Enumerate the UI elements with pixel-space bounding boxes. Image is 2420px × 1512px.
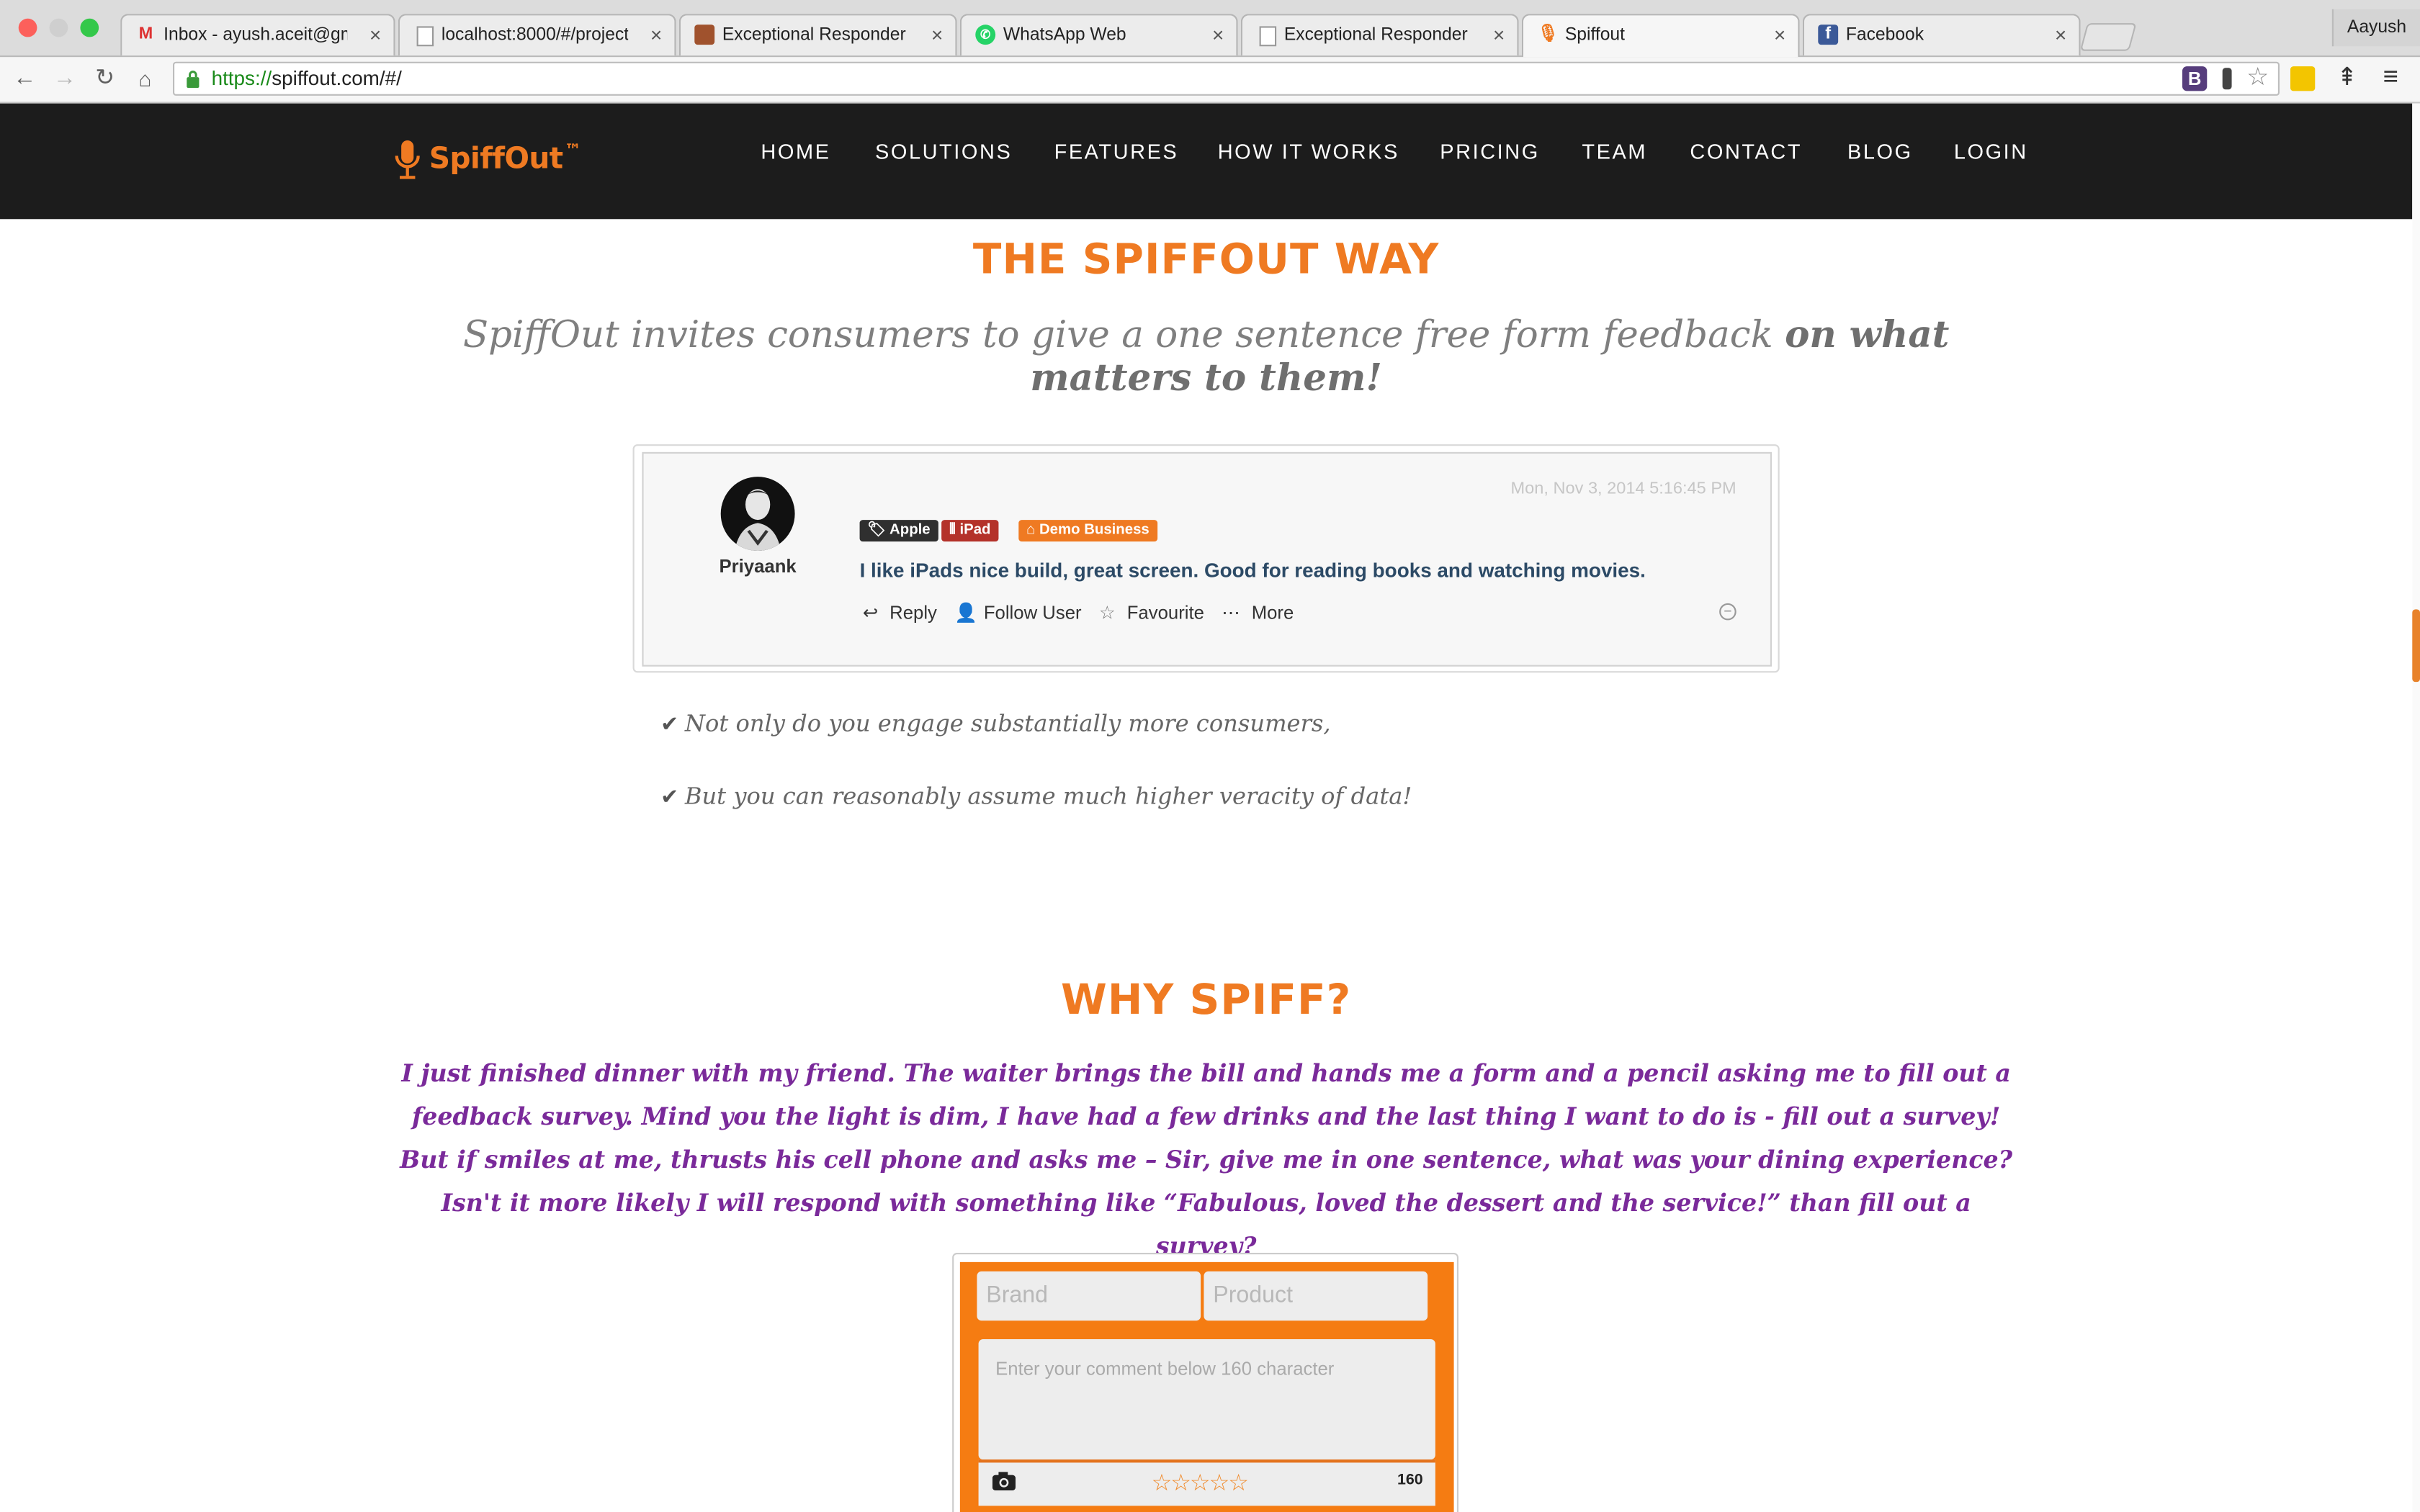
tab-title: Exceptional Responder Too xyxy=(722,26,909,45)
logo-text: SpiffOut ™ xyxy=(429,140,581,176)
check-item-2: ✔ But you can reasonably assume much high… xyxy=(660,782,1412,810)
more-button[interactable]: ⋯ More xyxy=(1222,602,1300,624)
follow-user-button[interactable]: 👤 Follow User xyxy=(954,602,1088,624)
nav-solutions[interactable]: SOLUTIONS xyxy=(875,140,1012,163)
back-arrow-icon[interactable]: ← xyxy=(9,63,40,94)
tab-title: WhatsApp Web xyxy=(1003,26,1126,45)
extension-tree-icon[interactable]: ⇞ xyxy=(2336,62,2357,93)
page-icon xyxy=(416,26,434,47)
reply-button[interactable]: ↩ Reply xyxy=(863,602,944,624)
feedback-date: Mon, Nov 3, 2014 5:16:45 PM xyxy=(1510,480,1736,499)
reply-icon: ↩ xyxy=(862,601,879,624)
nav-team[interactable]: TEAM xyxy=(1582,140,1647,163)
feedback-card: Priyaank Mon, Nov 3, 2014 5:16:45 PM 🏷 A… xyxy=(642,451,1773,667)
tab-gmail[interactable]: M Inbox - ayush.aceit@gmail. × xyxy=(120,14,395,56)
close-tab-icon[interactable]: × xyxy=(2055,15,2066,55)
tag-demo-business[interactable]: ⌂ Demo Business xyxy=(1018,520,1157,542)
gmail-icon: M xyxy=(138,24,153,43)
feedback-username[interactable]: Priyaank xyxy=(681,555,835,577)
tab-whatsapp[interactable]: ✆ WhatsApp Web × xyxy=(959,14,1238,56)
close-tab-icon[interactable]: × xyxy=(1493,15,1505,55)
scrollbar[interactable] xyxy=(2412,103,2420,1512)
spiffout-way-heading: THE SPIFFOUT WAY xyxy=(972,235,1440,284)
feedback-actions: ↩ Reply 👤 Follow User ☆ Favourite ⋯ More xyxy=(863,602,1307,624)
nav-pricing[interactable]: PRICING xyxy=(1440,140,1540,163)
star-rating[interactable]: ☆☆☆☆☆ xyxy=(1152,1469,1250,1496)
url-text: https://spiffout.com/#/ xyxy=(211,66,402,90)
char-count: 160 xyxy=(1397,1472,1423,1489)
favourite-button[interactable]: ☆ Favourite xyxy=(1099,602,1211,624)
tab-title: localhost:8000/#/projects/ xyxy=(441,26,629,45)
new-tab-button[interactable] xyxy=(2079,23,2137,51)
reload-icon[interactable]: ↻ xyxy=(89,63,120,94)
tab-strip: M Inbox - ayush.aceit@gmail. × localhost… xyxy=(0,0,2420,58)
avatar[interactable] xyxy=(720,477,795,551)
menu-icon[interactable]: ≡ xyxy=(2383,62,2398,93)
camera-icon[interactable] xyxy=(992,1472,1016,1490)
traffic-light-extension-icon[interactable] xyxy=(2222,68,2232,90)
user-icon: 👤 xyxy=(954,601,978,624)
why-spiff-story: I just finished dinner with my friend. T… xyxy=(400,1058,2013,1261)
bookmark-star-icon[interactable]: ☆ xyxy=(2246,63,2269,94)
lock-icon xyxy=(187,71,200,89)
extension-icon[interactable] xyxy=(2290,66,2316,91)
close-tab-icon[interactable]: × xyxy=(1774,15,1785,55)
minimize-window-button[interactable] xyxy=(49,18,68,37)
phone-feedback-form: Brand Product Enter your comment below 1… xyxy=(959,1261,1454,1512)
tag-apple[interactable]: 🏷 Apple xyxy=(859,520,938,542)
comment-textarea[interactable]: Enter your comment below 160 character xyxy=(978,1339,1435,1460)
product-input[interactable]: Product xyxy=(1204,1271,1428,1321)
tab-title: Spiffout xyxy=(1564,26,1625,45)
check-item-1: ✔ Not only do you engage substantially mo… xyxy=(660,709,1331,738)
whatsapp-icon: ✆ xyxy=(975,24,996,45)
check-icon: ✔ xyxy=(660,712,679,738)
address-bar[interactable]: https://spiffout.com/#/ ☆ B xyxy=(173,61,2280,96)
maximize-window-button[interactable] xyxy=(80,18,99,37)
feedback-comment: I like iPads nice build, great screen. G… xyxy=(859,558,1646,582)
scrollbar-thumb[interactable] xyxy=(2412,609,2420,683)
spiffout-way-lead: SpiffOut invites consumers to give a one… xyxy=(462,311,1950,400)
mic-icon: 🎙 xyxy=(1537,24,1559,43)
microphone-icon xyxy=(395,140,420,179)
check-icon: ✔ xyxy=(660,785,679,810)
tab-spiffout[interactable]: 🎙 Spiffout × xyxy=(1521,14,1800,58)
tab-title: Inbox - ayush.aceit@gmail. xyxy=(163,26,347,45)
nav-blog[interactable]: BLOG xyxy=(1847,140,1913,163)
collapse-icon[interactable]: − xyxy=(1719,603,1736,621)
tab-exceptional-responder-1[interactable]: Exceptional Responder Too × xyxy=(678,14,957,56)
form-bottom-bar: ☆☆☆☆☆ 160 xyxy=(978,1459,1435,1506)
home-icon[interactable]: ⌂ xyxy=(130,63,161,94)
page-content: SpiffOut ™ HOME SOLUTIONS FEATURES HOW IT… xyxy=(0,103,2413,1512)
bootstrap-extension-icon[interactable]: B xyxy=(2182,66,2208,91)
why-spiff-heading: WHY SPIFF? xyxy=(1061,976,1352,1025)
tab-facebook[interactable]: f Facebook × xyxy=(1802,14,2081,56)
ellipsis-icon: ⋯ xyxy=(1222,601,1240,624)
close-tab-icon[interactable]: × xyxy=(1212,15,1224,55)
site-navbar: SpiffOut ™ HOME SOLUTIONS FEATURES HOW IT… xyxy=(0,103,2413,220)
forward-arrow-icon[interactable]: → xyxy=(50,63,81,94)
image-icon xyxy=(694,24,715,45)
tab-localhost[interactable]: localhost:8000/#/projects/ × xyxy=(398,14,676,56)
nav-features[interactable]: FEATURES xyxy=(1054,140,1179,163)
close-window-button[interactable] xyxy=(18,18,37,37)
nav-contact[interactable]: CONTACT xyxy=(1690,140,1802,163)
nav-how-it-works[interactable]: HOW IT WORKS xyxy=(1218,140,1399,163)
star-icon: ☆ xyxy=(1098,601,1116,624)
page-icon xyxy=(1259,26,1277,47)
close-tab-icon[interactable]: × xyxy=(931,15,943,55)
tab-title: Exceptional Responder Too xyxy=(1283,26,1471,45)
brand-input[interactable]: Brand xyxy=(977,1271,1201,1321)
tab-title: Facebook xyxy=(1845,26,1924,45)
nav-home[interactable]: HOME xyxy=(761,140,830,163)
facebook-icon: f xyxy=(1818,24,1839,45)
close-tab-icon[interactable]: × xyxy=(369,15,381,55)
profile-button[interactable]: Aayush xyxy=(2331,9,2420,47)
nav-login[interactable]: LOGIN xyxy=(1954,140,2028,163)
browser-toolbar: ← → ↻ ⌂ https://spiffout.com/#/ ☆ B ⇞ ≡ xyxy=(0,57,2420,104)
tab-exceptional-responder-2[interactable]: Exceptional Responder Too × xyxy=(1240,14,1519,56)
close-tab-icon[interactable]: × xyxy=(650,15,662,55)
tag-ipad[interactable]: ⦀ iPad xyxy=(941,520,999,542)
